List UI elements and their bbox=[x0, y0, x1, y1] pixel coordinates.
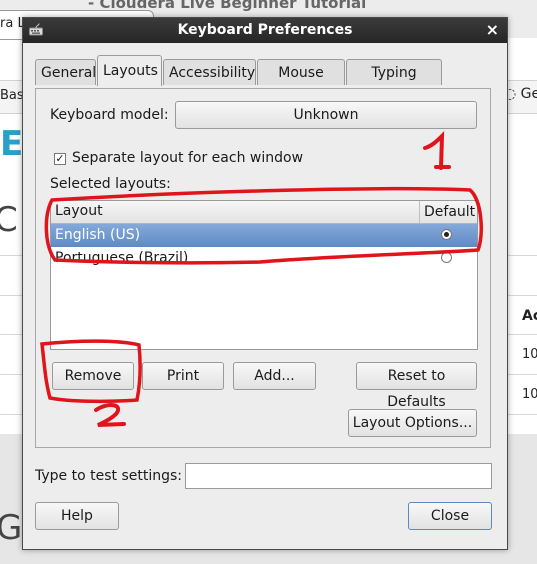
test-settings-input[interactable] bbox=[185, 463, 492, 489]
print-button[interactable]: Print bbox=[142, 362, 224, 390]
layouts-list: Layout Default English (US) Portuguese (… bbox=[50, 200, 478, 350]
separate-layout-label: Separate layout for each window bbox=[72, 150, 304, 166]
tab-layouts[interactable]: Layouts bbox=[97, 55, 162, 86]
layout-name: Portuguese (Brazil) bbox=[55, 250, 189, 266]
background-heading-e: E bbox=[0, 124, 24, 164]
tab-general[interactable]: General bbox=[35, 59, 96, 85]
remove-button[interactable]: Remove bbox=[52, 362, 134, 390]
background-heading-c: C bbox=[0, 200, 18, 240]
separate-layout-checkbox[interactable]: ✓ bbox=[54, 153, 66, 165]
background-tab-label: ra L bbox=[0, 16, 25, 31]
tab-typing-break[interactable]: Typing Break bbox=[346, 59, 442, 107]
dialog-title: Keyboard Preferences bbox=[177, 22, 353, 38]
dialog-titlebar[interactable]: Keyboard Preferences × bbox=[23, 18, 507, 43]
layout-name: English (US) bbox=[55, 227, 141, 243]
reset-to-defaults-button[interactable]: Reset to Defaults bbox=[356, 362, 477, 410]
close-icon[interactable]: × bbox=[486, 20, 499, 39]
default-radio[interactable] bbox=[441, 252, 452, 263]
layout-options-button[interactable]: Layout Options... bbox=[348, 409, 477, 437]
column-header-layout[interactable]: Layout bbox=[55, 203, 103, 219]
keyboard-model-label: Keyboard model: bbox=[50, 107, 169, 123]
selected-layouts-label: Selected layouts: bbox=[50, 176, 171, 192]
background-bookmark-left[interactable]: Bas bbox=[0, 88, 24, 103]
background-bookmark-right[interactable]: ◌ Get bbox=[504, 86, 537, 102]
add-button[interactable]: Add... bbox=[233, 362, 316, 390]
list-item[interactable]: English (US) bbox=[51, 224, 477, 247]
background-column-header: Ac bbox=[522, 308, 537, 324]
keyboard-preferences-dialog: Keyboard Preferences × General Layouts A… bbox=[22, 17, 508, 550]
help-button[interactable]: Help bbox=[35, 502, 119, 530]
list-header: Layout Default bbox=[51, 201, 477, 224]
background-bookmark-right-label: Get bbox=[520, 86, 537, 102]
tab-accessibility[interactable]: Accessibility bbox=[163, 59, 256, 85]
default-radio[interactable] bbox=[441, 229, 452, 240]
layouts-panel: Keyboard model: Unknown ✓ Separate layou… bbox=[35, 88, 491, 448]
background-cell: 10 bbox=[522, 347, 537, 362]
list-item[interactable]: Portuguese (Brazil) bbox=[51, 247, 477, 270]
background-cell: 10 bbox=[522, 387, 537, 402]
tab-mouse-keys[interactable]: Mouse Keys bbox=[257, 59, 345, 107]
test-settings-label: Type to test settings: bbox=[35, 468, 182, 484]
column-header-default[interactable]: Default bbox=[419, 201, 475, 223]
close-button[interactable]: Close bbox=[408, 502, 492, 530]
keyboard-model-button[interactable]: Unknown bbox=[175, 101, 477, 129]
